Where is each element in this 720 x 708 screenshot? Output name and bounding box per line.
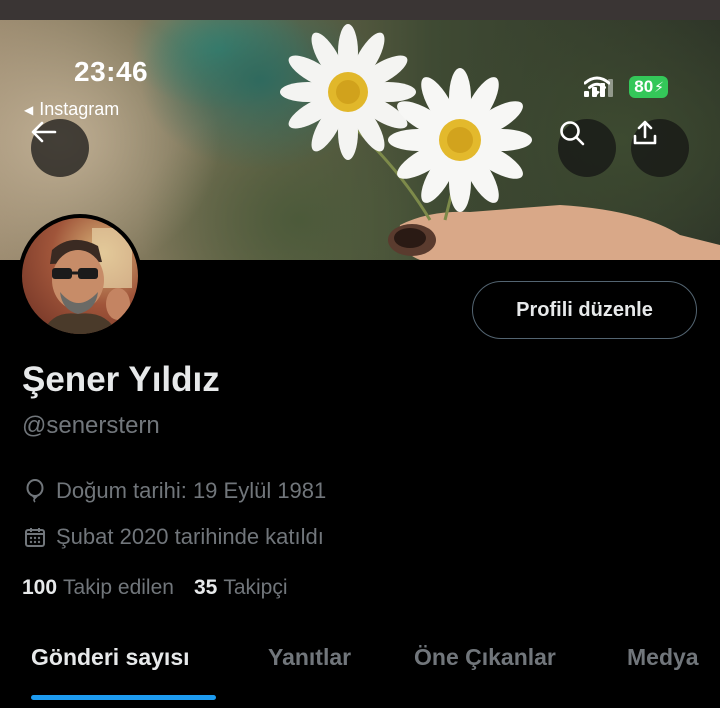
share-button[interactable] [631,119,689,177]
battery-level: 80 [634,77,654,96]
status-time: 23:46 [74,56,149,87]
joined-row: Şubat 2020 tarihinde katıldı [22,524,324,550]
joined-text: Şubat 2020 tarihinde katıldı [56,524,324,549]
following-count: 100 [22,576,58,599]
followers-link[interactable]: 35 Takipçi [194,576,288,600]
calendar-icon [22,524,48,550]
tab-media[interactable]: Medya [627,644,699,671]
user-handle: @senerstern [22,412,160,439]
search-button[interactable] [558,119,616,177]
follow-stats: 100 Takip edilen 35 Takipçi [22,576,288,600]
top-strip [0,0,720,20]
arrow-left-icon [31,121,57,143]
active-tab-indicator [31,695,216,700]
tab-highlights[interactable]: Öne Çıkanlar [414,644,556,671]
avatar[interactable] [18,214,142,338]
back-button[interactable] [31,119,89,177]
tab-posts[interactable]: Gönderi sayısı [31,644,190,671]
following-label: Takip edilen [63,576,174,599]
wifi-icon [584,76,611,95]
balloon-icon [22,478,48,504]
back-app-label: Instagram [39,99,120,119]
following-link[interactable]: 100 Takip edilen [22,576,174,600]
search-icon [560,121,585,146]
battery-indicator: 80 ⚡ [629,76,668,98]
back-triangle-icon: ◀ [24,102,34,117]
followers-label: Takipçi [223,576,288,599]
birthday-row: Doğum tarihi: 19 Eylül 1981 [22,478,326,504]
birthday-text: Doğum tarihi: 19 Eylül 1981 [56,478,327,503]
profile-tabs: Gönderi sayısı Yanıtlar Öne Çıkanlar Med… [0,628,720,708]
tab-replies[interactable]: Yanıtlar [268,644,351,671]
edit-profile-button[interactable]: Profili düzenle [472,281,697,339]
back-to-app-link[interactable]: ◀ Instagram [24,99,119,120]
status-indicators: 80 ⚡ [584,76,668,98]
share-icon [633,120,657,145]
avatar-photo [42,228,132,334]
display-name: Şener Yıldız [22,360,220,399]
followers-count: 35 [193,576,218,599]
charging-bolt-icon: ⚡ [654,78,664,95]
